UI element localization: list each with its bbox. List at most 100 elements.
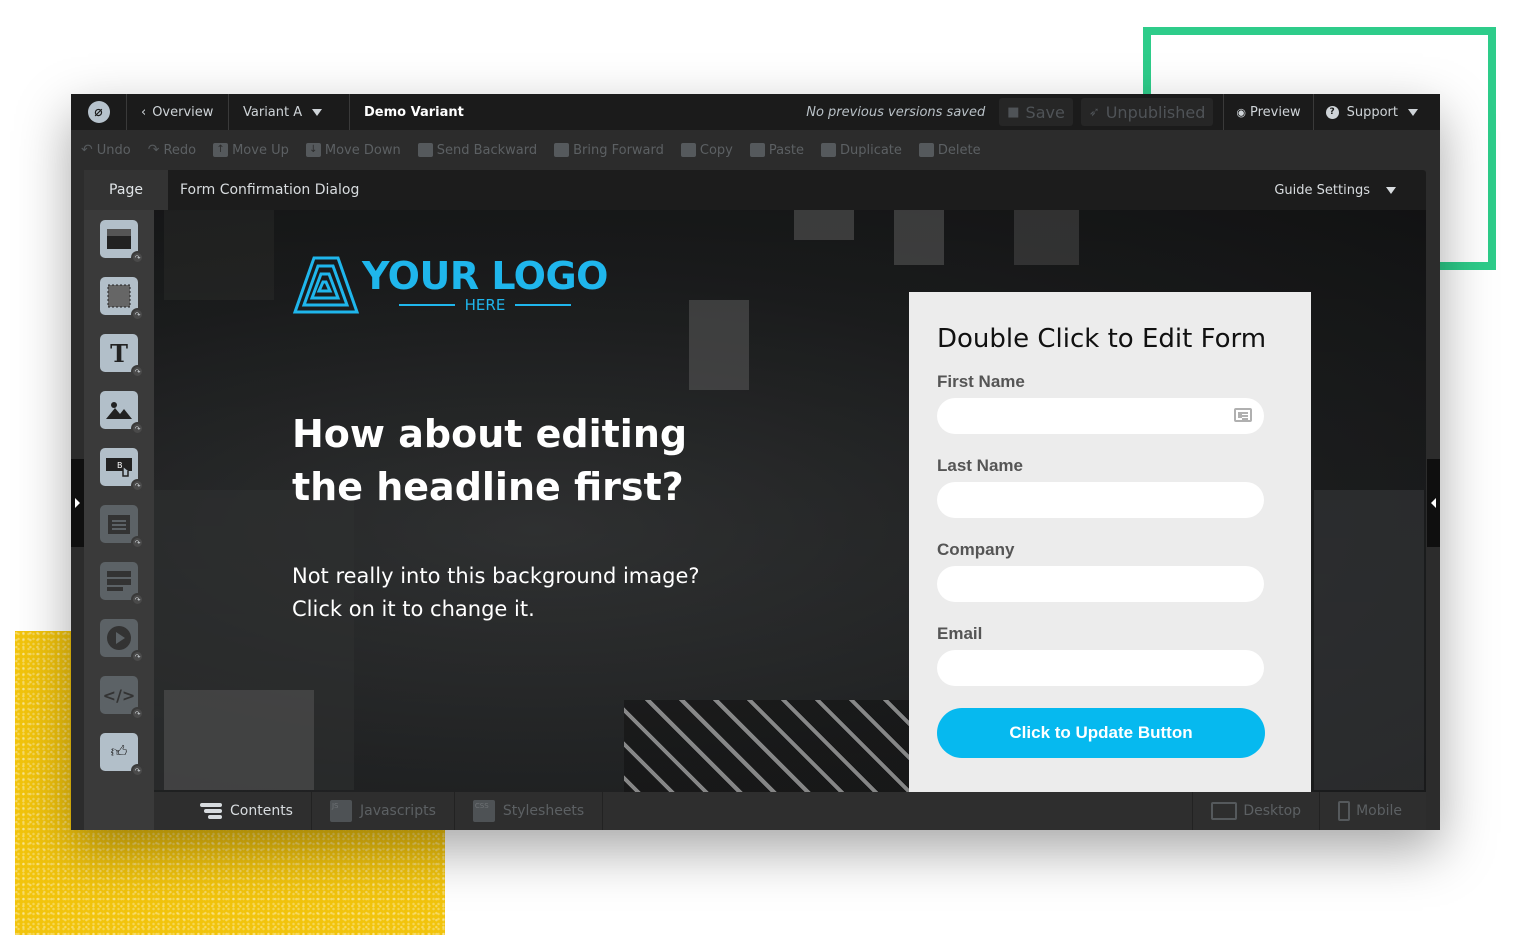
- app-logo[interactable]: ⌀: [71, 94, 127, 130]
- submit-button[interactable]: Click to Update Button: [937, 708, 1265, 758]
- widget-custom-html[interactable]: </> ↷: [100, 676, 144, 720]
- body-text[interactable]: Not really into this background image? C…: [292, 560, 712, 626]
- duplicate-button[interactable]: Duplicate: [820, 143, 902, 158]
- widget-box[interactable]: ↷: [100, 277, 144, 321]
- undo-icon: ↶: [81, 142, 93, 158]
- share-icon: ↷: [131, 251, 144, 264]
- email-label: Email: [937, 624, 983, 643]
- caret-down-icon: [312, 108, 323, 116]
- box-icon: [107, 284, 131, 308]
- caret-left-icon: [1431, 498, 1436, 508]
- code-icon: </>: [102, 685, 136, 705]
- tab-page[interactable]: Page: [84, 170, 168, 210]
- widget-form-fields[interactable]: ↷: [100, 562, 144, 606]
- share-icon: ↷: [131, 707, 144, 720]
- logo-element[interactable]: YOUR LOGO HERE: [292, 255, 608, 315]
- svg-text:B: B: [117, 461, 123, 470]
- top-bar: ⌀ ‹ Overview Variant A Demo Variant No p…: [71, 94, 1440, 130]
- right-panel-toggle[interactable]: [1427, 459, 1440, 547]
- edit-toolbar: ↶ Undo ↷ Redo ↑ Move Up ↓ Move Down Send Bac…: [71, 130, 1440, 170]
- play-icon: [107, 626, 131, 650]
- redo-button[interactable]: ↷ Redo: [148, 142, 196, 158]
- tab-javascripts[interactable]: JS Javascripts: [312, 792, 455, 830]
- copy-icon: [680, 143, 696, 157]
- stage: ⌀ ‹ Overview Variant A Demo Variant No p…: [0, 0, 1532, 935]
- left-panel-toggle[interactable]: [71, 459, 84, 547]
- overview-link[interactable]: ‹ Overview: [127, 94, 229, 130]
- desktop-icon: [1211, 802, 1238, 820]
- share-icon: ↷: [131, 479, 144, 492]
- unbounce-logo-icon: ⌀: [87, 101, 110, 123]
- bottom-bar: Contents JS Javascripts CSS Stylesheets …: [154, 792, 1426, 830]
- caret-down-icon: [1408, 108, 1418, 116]
- support-dropdown[interactable]: ? Support: [1312, 94, 1440, 130]
- email-field[interactable]: [937, 650, 1264, 686]
- share-icon: ↷: [131, 650, 144, 663]
- copy-button[interactable]: Copy: [680, 143, 733, 158]
- tab-stylesheets[interactable]: CSS Stylesheets: [455, 792, 604, 830]
- widget-video[interactable]: ↷: [100, 619, 144, 663]
- thumbs-up-icon: 👍︎: [110, 742, 128, 761]
- guide-settings-dropdown[interactable]: Guide Settings: [1274, 183, 1396, 198]
- send-backward-icon: [417, 143, 433, 157]
- widget-image[interactable]: ↷: [100, 391, 144, 435]
- button-icon: B: [106, 458, 132, 477]
- widget-button[interactable]: B ↷: [100, 448, 144, 492]
- variant-dropdown[interactable]: Variant A: [229, 94, 350, 130]
- mobile-view-button[interactable]: Mobile: [1319, 792, 1426, 830]
- text-icon: T: [110, 338, 128, 368]
- form-title: Double Click to Edit Form: [937, 324, 1267, 354]
- version-status: No previous versions saved: [806, 104, 986, 120]
- company-field[interactable]: [937, 566, 1264, 602]
- contact-card-icon[interactable]: [1234, 408, 1252, 422]
- first-name-label: First Name: [937, 372, 1025, 391]
- tab-contents[interactable]: Contents: [154, 792, 312, 830]
- background-plant: [164, 210, 274, 300]
- publish-button[interactable]: ➶ Unpublished: [1080, 98, 1214, 126]
- undo-button[interactable]: ↶ Undo: [81, 142, 131, 158]
- move-up-icon: ↑: [213, 143, 229, 157]
- preview-button[interactable]: ◉ Preview: [1223, 94, 1312, 130]
- paste-icon: [749, 143, 765, 157]
- widget-form[interactable]: ↷: [100, 505, 144, 549]
- last-name-label: Last Name: [937, 456, 1023, 475]
- widget-section[interactable]: ↷: [100, 220, 144, 264]
- lead-form[interactable]: Double Click to Edit Form First Name Las…: [909, 292, 1311, 792]
- floppy-disk-icon: ■: [1007, 104, 1020, 120]
- move-up-button[interactable]: ↑ Move Up: [213, 143, 289, 158]
- bring-forward-button[interactable]: Bring Forward: [554, 143, 664, 158]
- js-file-icon: JS: [329, 800, 352, 822]
- move-down-icon: ↓: [305, 143, 321, 157]
- widget-sidebar: ↷ ↷ T ↷ ↷ B ↷ ↷ ↷ ↷ </> ↷ 👍︎ ↷: [84, 210, 154, 830]
- move-down-button[interactable]: ↓ Move Down: [305, 143, 401, 158]
- widget-text[interactable]: T ↷: [100, 334, 144, 378]
- logo-text: YOUR LOGO: [362, 254, 608, 298]
- mobile-icon: [1338, 801, 1351, 821]
- desktop-view-button[interactable]: Desktop: [1192, 792, 1319, 830]
- headline-text[interactable]: How about editing the headline first?: [292, 408, 712, 514]
- image-icon: [106, 402, 132, 419]
- save-button[interactable]: ■ Save: [999, 98, 1073, 126]
- css-file-icon: CSS: [472, 800, 495, 822]
- send-backward-button[interactable]: Send Backward: [417, 143, 537, 158]
- background-rug: [624, 700, 924, 792]
- background-frame: [894, 210, 944, 265]
- widget-social[interactable]: 👍︎ ↷: [100, 733, 144, 777]
- page-canvas[interactable]: YOUR LOGO HERE How about editing the hea…: [154, 210, 1426, 792]
- paper-plane-icon: ➶: [1088, 104, 1100, 120]
- section-icon: [107, 229, 131, 249]
- background-sofa: [1314, 490, 1424, 790]
- form-fields-icon: [107, 571, 131, 591]
- page-bar: Page Form Confirmation Dialog Guide Sett…: [84, 170, 1426, 210]
- delete-button[interactable]: Delete: [918, 143, 981, 158]
- redo-icon: ↷: [147, 142, 160, 158]
- share-icon: ↷: [131, 536, 144, 549]
- paste-button[interactable]: Paste: [749, 143, 804, 158]
- caret-right-icon: [75, 498, 80, 508]
- last-name-field[interactable]: [937, 482, 1264, 518]
- first-name-field[interactable]: [937, 398, 1264, 434]
- form-icon: [108, 515, 130, 534]
- share-icon: ↷: [131, 308, 144, 321]
- contents-icon: [200, 801, 222, 821]
- background-frame: [1014, 210, 1079, 265]
